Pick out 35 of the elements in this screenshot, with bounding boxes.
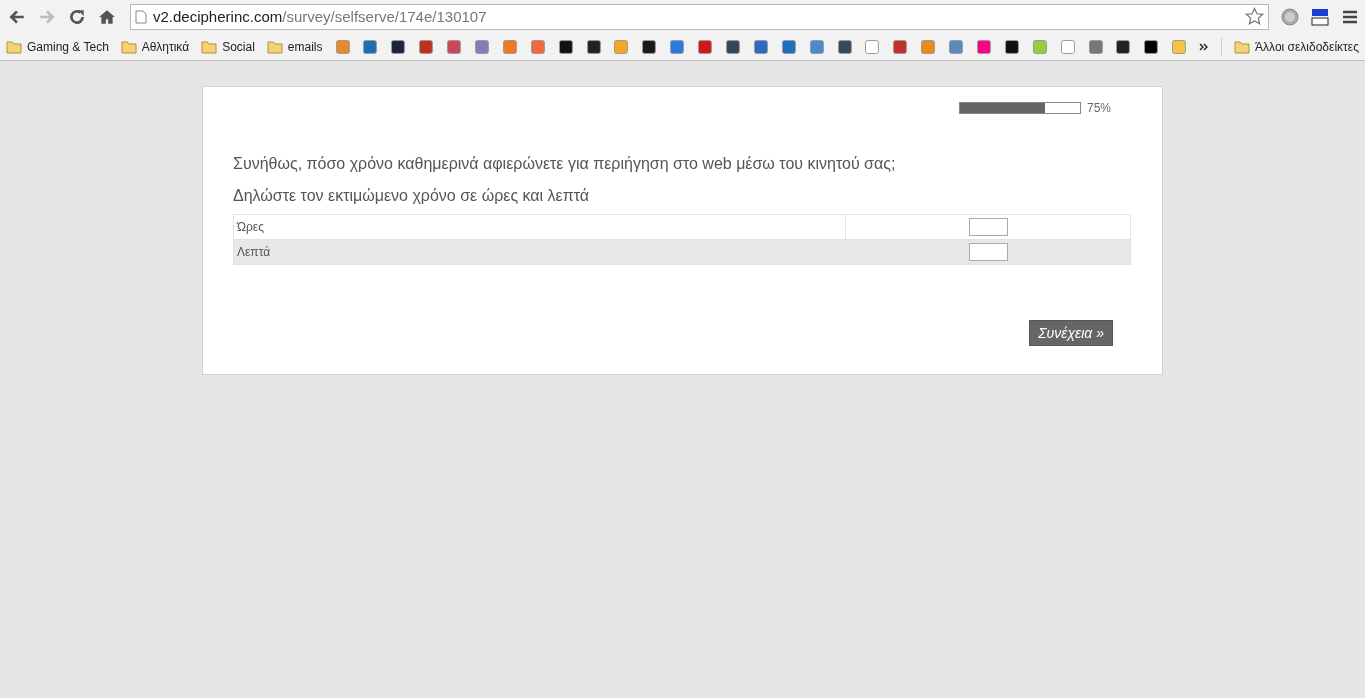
bookmark-icon[interactable] [836, 38, 853, 55]
bookmark-icon[interactable] [585, 38, 602, 55]
folder-icon [201, 39, 218, 54]
bookmark-icon[interactable] [557, 38, 574, 55]
bookmark-folder[interactable]: Gaming & Tech [6, 39, 109, 54]
question-text: Συνήθως, πόσο χρόνο καθημερινά αφιερώνετε για περιήγηση στο web μέσω του κινητού σας; [233, 155, 897, 173]
folder-icon [1234, 39, 1251, 54]
bookmark-icon[interactable] [641, 38, 658, 55]
bookmark-icon[interactable] [1143, 38, 1160, 55]
chevron-icon[interactable] [1199, 41, 1210, 52]
page-icon [135, 9, 147, 24]
folder-icon [6, 39, 22, 54]
bookmark-folder[interactable]: Social [201, 39, 255, 54]
progress-label: 75% [1087, 101, 1113, 115]
url-host: v2.decipherinc.com [153, 8, 283, 25]
address-bar[interactable]: v2.decipherinc.com/survey/selfserve/174e/130107 [130, 3, 1269, 30]
bookmark-folder[interactable]: Άλλοι σελιδοδείκτες [1234, 39, 1359, 54]
continue-button[interactable]: Συνέχεια » [1029, 320, 1113, 346]
row-label: Λεπτά [233, 239, 846, 265]
extension-icon[interactable] [1311, 7, 1329, 26]
url-path: /survey/selfserve/174e/130107 [282, 8, 487, 25]
folder-icon [266, 39, 283, 54]
input-field[interactable] [968, 243, 1008, 261]
bookmark-icon[interactable] [390, 38, 407, 55]
bookmark-icon[interactable] [1115, 38, 1132, 55]
instruction-text: Δηλώστε τον εκτιμώμενο χρόνο σε ώρες και λεπτά [233, 187, 591, 205]
bookmark-folder[interactable]: Αθλητικά [120, 39, 190, 54]
row-label: Ώρες [233, 214, 846, 240]
star-icon[interactable] [1245, 7, 1264, 26]
bookmark-folder[interactable]: emails [266, 39, 323, 54]
reload-icon[interactable] [68, 7, 86, 26]
input-field[interactable] [968, 218, 1008, 236]
bookmark-icon[interactable] [1003, 38, 1020, 55]
folder-icon [120, 39, 137, 54]
bookmark-icon[interactable] [725, 38, 741, 55]
